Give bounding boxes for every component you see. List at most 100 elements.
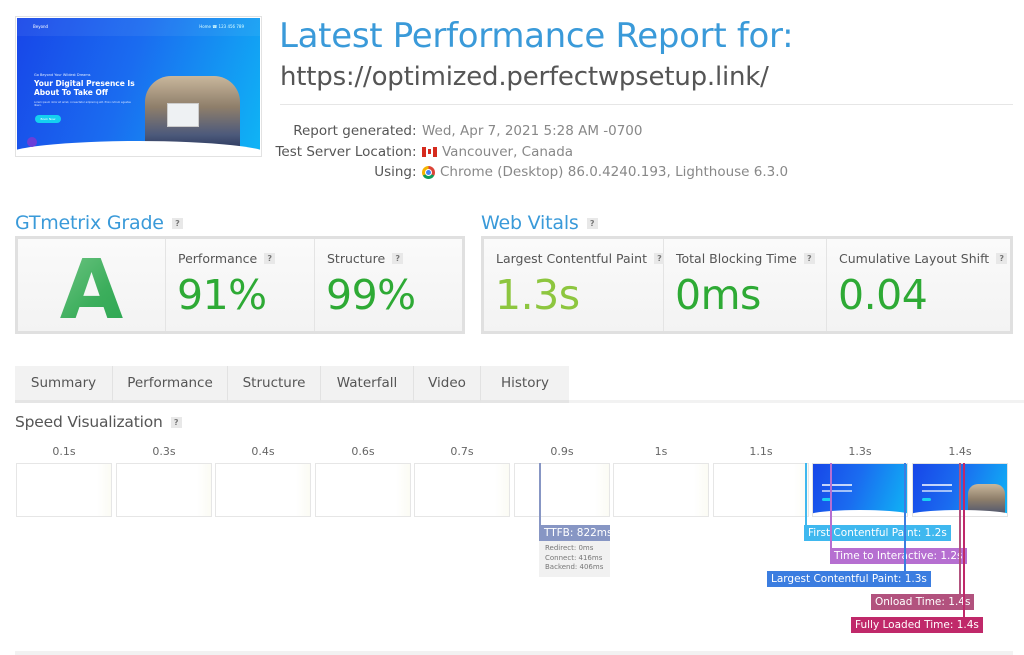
lcp-marker-line [904,463,906,579]
tab-video[interactable]: Video [414,366,481,403]
ttfb-backend: Backend: 406ms [545,563,604,571]
filmstrip-frame[interactable] [414,463,510,517]
help-icon[interactable]: ? [171,217,183,229]
meta-row-report-generated: Report generated: Wed, Apr 7, 2021 5:28 … [270,121,788,142]
grade-letter: A [18,243,165,338]
tab-performance[interactable]: Performance [113,366,228,403]
canada-flag-icon [422,146,437,157]
tab-waterfall[interactable]: Waterfall [321,366,414,403]
structure-label: Structure [327,251,386,266]
heading-text: Speed Visualization [15,413,163,431]
filmstrip-frame[interactable] [16,463,112,517]
filmstrip-frame[interactable] [116,463,212,517]
meta-label: Report generated [293,123,412,139]
tab-structure[interactable]: Structure [228,366,321,403]
filmstrip-frame[interactable] [812,463,908,517]
divider [15,651,1013,655]
onload-marker-line [959,463,961,602]
divider [280,104,1013,105]
tti-marker-label[interactable]: Time to Interactive: 1.2s [830,548,967,564]
screenshot-image: Beyond Home ☎ 123 456 789 Go Beyond Your… [17,18,260,155]
web-vitals-heading: Web Vitals ? [481,212,598,234]
grade-cell: A [18,239,166,338]
meta-value: Chrome (Desktop) 86.0.4240.193, Lighthou… [440,164,789,181]
meta-row-using: Using: Chrome (Desktop) 86.0.4240.193, L… [270,162,788,183]
tti-marker-line [830,463,832,556]
help-icon[interactable]: ? [264,253,276,264]
filmstrip-frame[interactable] [315,463,411,517]
lcp-value: 1.3s [495,271,580,319]
ttfb-marker-label[interactable]: TTFB: 822ms [539,525,613,541]
frame-wave [813,510,907,516]
thumb-headline: Your Digital Presence Is About To Take O… [34,79,135,97]
meta-value: Wed, Apr 7, 2021 5:28 AM -0700 [422,123,643,140]
cls-value: 0.04 [838,271,928,319]
performance-cell: Performance? 91% [166,239,315,331]
report-tabs: Summary Performance Structure Waterfall … [15,366,569,403]
help-icon[interactable]: ? [996,253,1008,264]
frame-time-label: 0.9s [550,445,574,458]
lcp-cell: Largest Contentful Paint? 1.3s [484,239,665,331]
help-icon[interactable]: ? [586,217,598,229]
tbt-cell: Total Blocking Time? 0ms [664,239,827,331]
help-icon[interactable]: ? [392,253,404,264]
frame-headline [822,484,852,492]
page-screenshot-thumbnail[interactable]: Beyond Home ☎ 123 456 789 Go Beyond Your… [15,16,262,157]
help-icon[interactable]: ? [170,416,182,428]
thumb-nav-links: Home ☎ 123 456 789 [199,24,244,29]
meta-row-server-location: Test Server Location: Vancouver, Canada [270,142,788,163]
frame-time-label: 1.4s [948,445,972,458]
cls-label: Cumulative Layout Shift [839,251,990,266]
meta-value: Vancouver, Canada [442,143,574,160]
meta-label: Test Server Location [275,143,412,160]
fcp-marker-label[interactable]: First Contentful Paint: 1.2s [804,525,951,541]
thumb-button: Book Now [35,115,61,123]
frame-headline [922,484,952,492]
fully-marker-line [963,463,965,625]
help-icon[interactable]: ? [803,253,815,264]
structure-value: 99% [326,271,416,319]
report-meta: Report generated: Wed, Apr 7, 2021 5:28 … [270,121,788,183]
frame-time-label: 0.1s [52,445,76,458]
report-url[interactable]: https://optimized.perfectwpsetup.link/ [280,62,769,92]
frame-time-label: 1s [654,445,668,458]
filmstrip-frame[interactable] [713,463,809,517]
speed-visualization-heading: Speed Visualization ? [15,413,182,431]
onload-marker-label[interactable]: Onload Time: 1.4s [871,594,975,610]
ttfb-breakdown: Redirect: 0ms Connect: 416ms Backend: 40… [539,541,610,577]
heading-text: GTmetrix Grade [15,212,164,234]
tbt-label: Total Blocking Time [676,251,797,266]
tab-bar-underline [569,400,1024,403]
frame-time-label: 1.1s [749,445,773,458]
frame-time-label: 0.3s [152,445,176,458]
thumb-whiteboard [167,103,199,127]
ttfb-connect: Connect: 416ms [545,553,603,562]
meta-label: Using [374,164,412,180]
fcp-marker-line [805,463,807,533]
web-vitals-panel: Largest Contentful Paint? 1.3s Total Blo… [481,236,1013,334]
cls-cell: Cumulative Layout Shift? 0.04 [827,239,1010,331]
chrome-icon [422,165,435,179]
frame-time-label: 0.4s [251,445,275,458]
report-title: Latest Performance Report for: [279,16,794,56]
tab-history[interactable]: History [481,366,569,403]
thumb-subheading: Go Beyond Your Wildest Dreams [34,73,91,77]
thumb-chat-icon [27,137,37,147]
thumb-logo: Beyond [33,24,49,29]
fully-marker-label[interactable]: Fully Loaded Time: 1.4s [851,617,983,633]
frame-button [922,498,931,501]
lcp-marker-label[interactable]: Largest Contentful Paint: 1.3s [767,571,931,587]
tab-summary[interactable]: Summary [15,366,113,403]
frame-time-label: 1.3s [848,445,872,458]
lcp-label: Largest Contentful Paint [496,251,647,266]
gtmetrix-grade-panel: A Performance? 91% Structure? 99% [15,236,465,338]
thumb-body: Lorem ipsum dolor sit amet, consectetur … [34,101,131,107]
filmstrip-frame[interactable] [613,463,709,517]
ttfb-redirect: Redirect: 0ms [545,544,594,552]
frame-time-label: 0.6s [351,445,375,458]
performance-label: Performance [178,251,258,266]
filmstrip-frame[interactable] [514,463,610,517]
filmstrip-frame[interactable] [215,463,311,517]
structure-cell: Structure? 99% [315,239,462,331]
frame-time-label: 0.7s [450,445,474,458]
